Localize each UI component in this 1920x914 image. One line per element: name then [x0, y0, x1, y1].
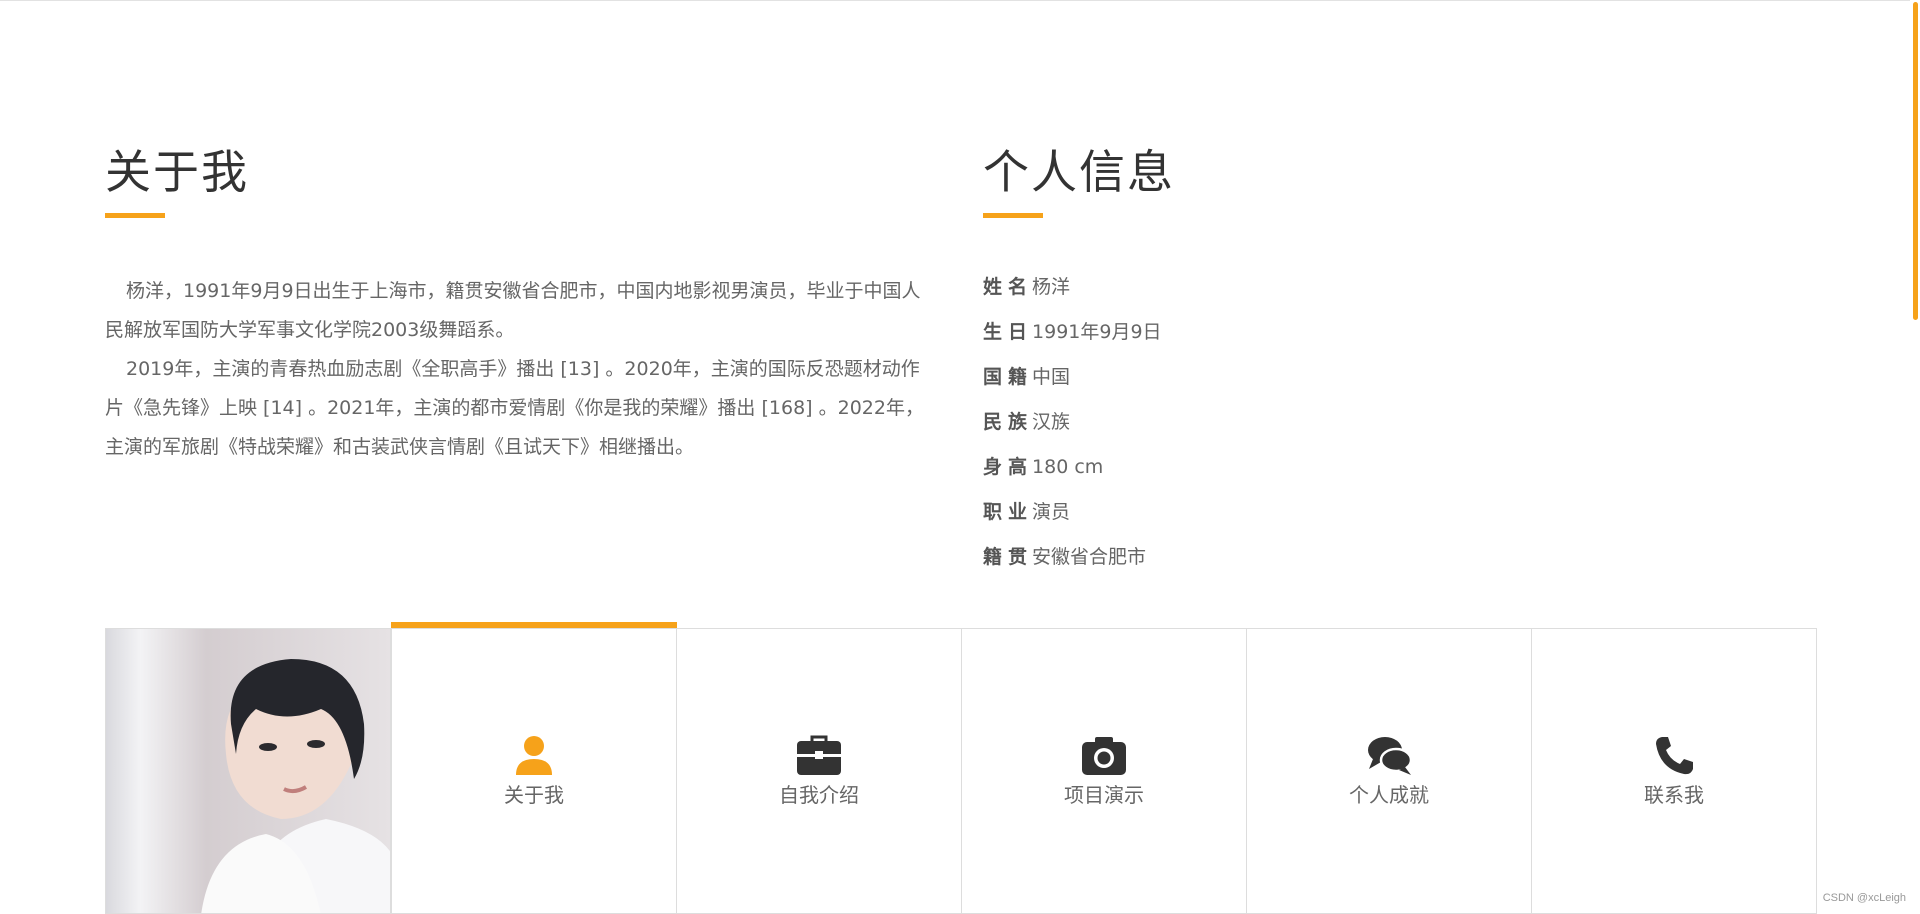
about-paragraph: 杨洋，1991年9月9日出生于上海市，籍贯安徽省合肥市，中国内地影视男演员，毕业…: [105, 280, 921, 341]
info-row-nationality: 国籍中国: [983, 358, 1162, 403]
info-value: 1991年9月9日: [1032, 321, 1162, 343]
tile-achievements[interactable]: 个人成就: [1246, 628, 1532, 914]
info-row-birthday: 生日1991年9月9日: [983, 313, 1162, 358]
info-title-underline: [983, 213, 1043, 218]
tile-introduction[interactable]: 自我介绍: [676, 628, 962, 914]
feature-tiles: 关于我 自我介绍 项目演示 个人成就 联系我: [105, 622, 1817, 914]
top-divider: [0, 0, 1910, 1]
tile-contact[interactable]: 联系我: [1531, 628, 1817, 914]
info-label: 国籍: [983, 366, 1034, 388]
tile-label: 自我介绍: [779, 783, 859, 807]
info-value: 演员: [1032, 501, 1071, 523]
info-title: 个人信息: [983, 145, 1175, 199]
briefcase-icon: [797, 735, 841, 775]
info-label: 姓名: [983, 276, 1034, 298]
tile-label: 项目演示: [1064, 783, 1144, 807]
phone-icon: [1656, 737, 1693, 775]
info-value: 汉族: [1032, 411, 1071, 433]
info-row-ethnicity: 民族汉族: [983, 403, 1162, 448]
info-label: 身高: [983, 456, 1034, 478]
info-row-hometown: 籍贯安徽省合肥市: [983, 538, 1162, 583]
profile-photo: [105, 628, 391, 914]
camera-icon: [1082, 737, 1126, 775]
info-list: 姓名杨洋 生日1991年9月9日 国籍中国 民族汉族 身高180 cm 职业演员…: [983, 268, 1162, 583]
about-paragraph: 2019年，主演的青春热血励志剧《全职高手》播出 [13] 。2020年，主演的…: [105, 358, 924, 458]
scrollbar-thumb[interactable]: [1913, 2, 1918, 320]
scrollbar[interactable]: [1910, 0, 1920, 914]
info-label: 职业: [983, 501, 1034, 523]
info-value: 杨洋: [1032, 276, 1071, 298]
tile-label: 个人成就: [1349, 783, 1429, 807]
info-value: 180 cm: [1032, 456, 1104, 478]
about-title-underline: [105, 213, 165, 218]
info-label: 生日: [983, 321, 1034, 343]
info-value: 中国: [1032, 366, 1071, 388]
footer-credit: CSDN @xcLeigh: [1822, 892, 1906, 904]
info-row-name: 姓名杨洋: [983, 268, 1162, 313]
about-title: 关于我: [105, 145, 249, 199]
info-value: 安徽省合肥市: [1032, 546, 1147, 568]
tile-label: 关于我: [504, 783, 564, 807]
tile-projects[interactable]: 项目演示: [961, 628, 1247, 914]
tile-about[interactable]: 关于我: [391, 622, 677, 914]
info-label: 籍贯: [983, 546, 1034, 568]
about-text: 杨洋，1991年9月9日出生于上海市，籍贯安徽省合肥市，中国内地影视男演员，毕业…: [105, 272, 937, 467]
info-row-height: 身高180 cm: [983, 448, 1162, 493]
comments-icon: [1368, 737, 1413, 775]
user-icon: [516, 736, 552, 775]
info-row-occupation: 职业演员: [983, 493, 1162, 538]
info-label: 民族: [983, 411, 1034, 433]
tile-label: 联系我: [1644, 783, 1704, 807]
